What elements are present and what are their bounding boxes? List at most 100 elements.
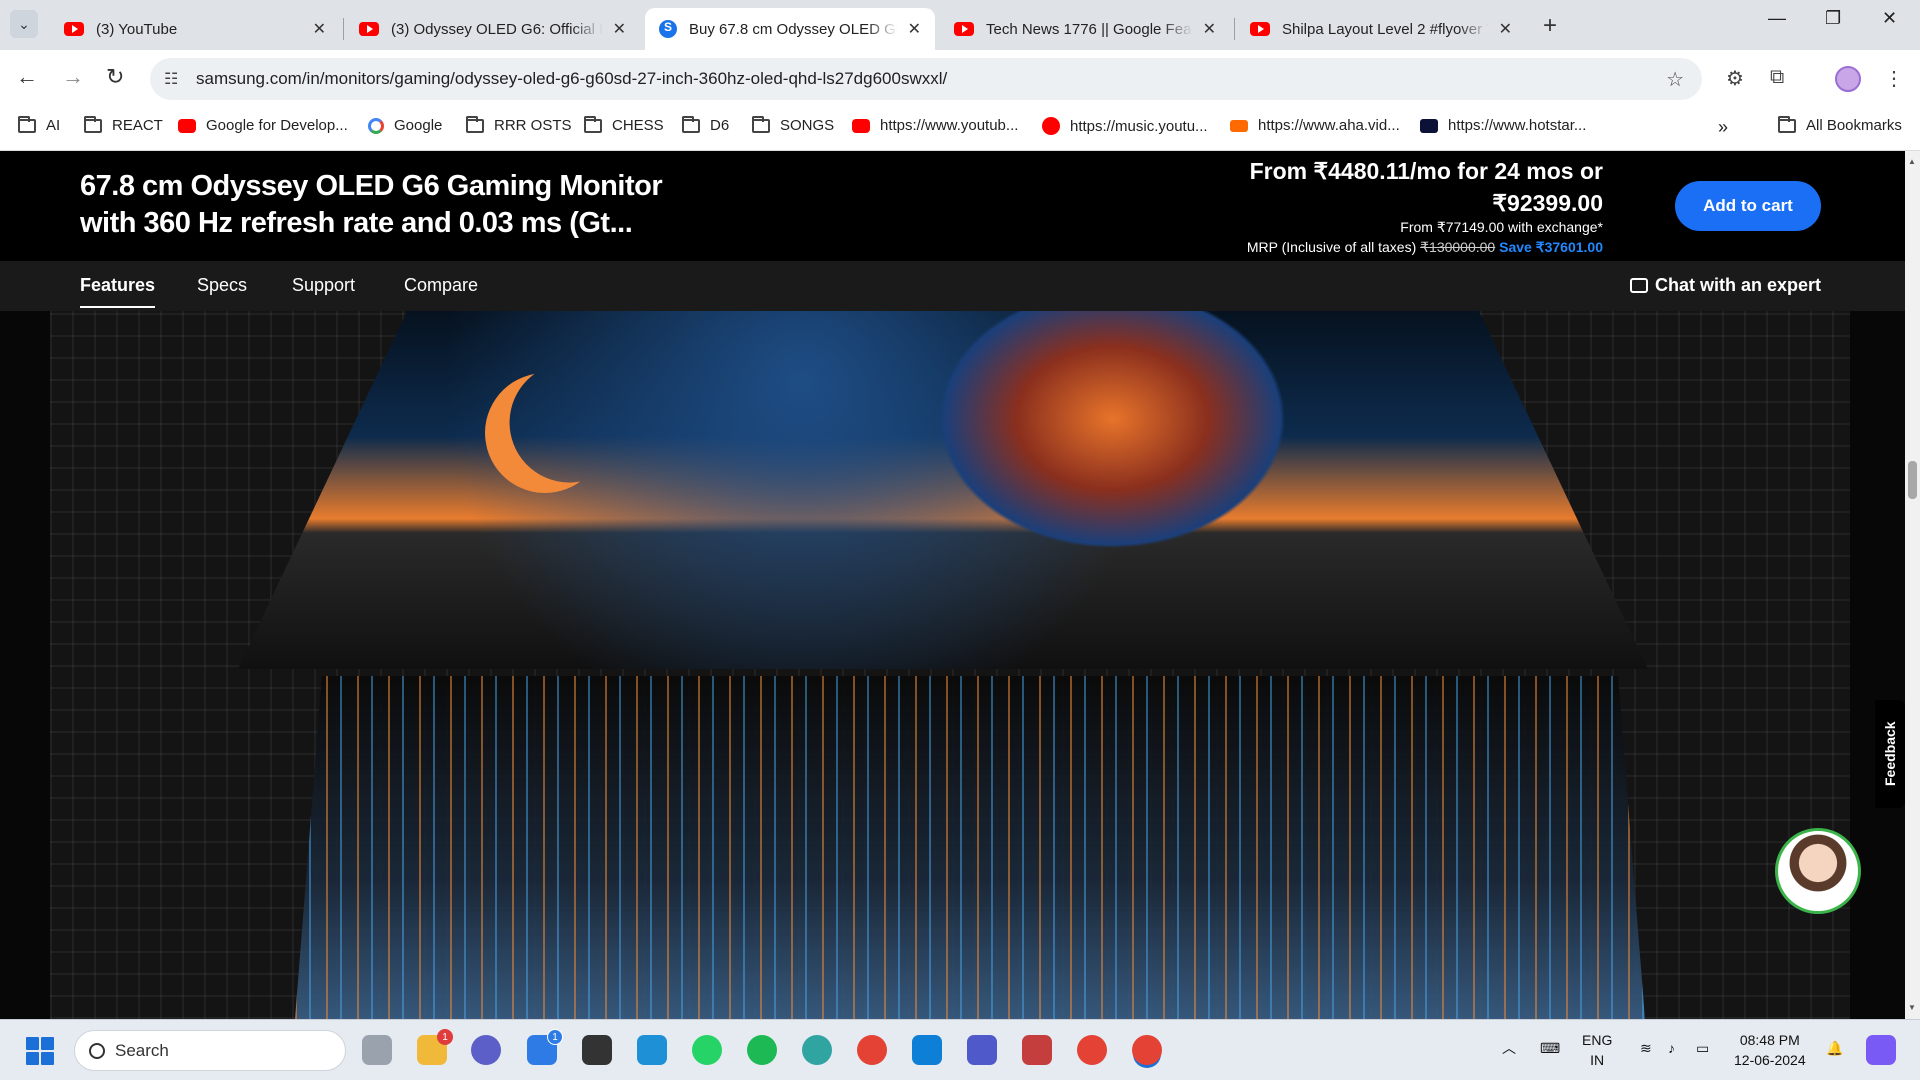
tab-youtube[interactable]: (3) YouTube ✕ bbox=[50, 8, 340, 50]
window-close-icon[interactable]: ✕ bbox=[1882, 8, 1897, 29]
hourglass-app-icon[interactable] bbox=[582, 1035, 612, 1065]
language-indicator[interactable]: ENG IN bbox=[1582, 1030, 1612, 1070]
all-bookmarks-folder[interactable]: All Bookmarks bbox=[1778, 115, 1902, 134]
new-tab-plus-icon[interactable]: + bbox=[1543, 12, 1557, 40]
bookmark-folder-songs[interactable]: SONGS bbox=[752, 115, 834, 134]
address-bar[interactable]: ☷ samsung.com/in/monitors/gaming/odyssey… bbox=[150, 58, 1702, 100]
monitor-screen-image bbox=[238, 311, 1648, 669]
tab-compare[interactable]: Compare bbox=[404, 275, 478, 296]
bookmark-label: https://www.aha.vid... bbox=[1258, 117, 1400, 134]
tab-features[interactable]: Features bbox=[80, 275, 156, 308]
tab-tech-news[interactable]: Tech News 1776 || Google Features ✕ bbox=[940, 8, 1230, 50]
reload-icon[interactable]: ↻ bbox=[106, 64, 124, 90]
todo-app-icon[interactable]: 1 bbox=[527, 1029, 563, 1065]
tab-odyssey-intro[interactable]: (3) Odyssey OLED G6: Official Intro ✕ bbox=[345, 8, 640, 50]
tab-specs[interactable]: Specs bbox=[197, 275, 247, 296]
scroll-up-arrow-icon[interactable]: ▲ bbox=[1908, 157, 1916, 166]
volume-icon[interactable]: ♪ bbox=[1668, 1038, 1675, 1058]
folder-icon bbox=[752, 115, 770, 133]
tab-samsung-buy[interactable]: Buy 67.8 cm Odyssey OLED G6 Gaming Monit… bbox=[645, 8, 935, 50]
tab-close-icon[interactable]: ✕ bbox=[1203, 19, 1216, 39]
tray-chevron-icon[interactable]: ︿ bbox=[1502, 1038, 1516, 1058]
tab-divider bbox=[1234, 18, 1235, 40]
tab-title: Shilpa Layout Level 2 #flyover T bbox=[1282, 20, 1489, 38]
add-to-cart-button[interactable]: Add to cart bbox=[1675, 181, 1821, 231]
minimize-icon[interactable]: — bbox=[1768, 8, 1786, 29]
bookmark-aha[interactable]: https://www.aha.vid... bbox=[1230, 117, 1400, 134]
tab-close-icon[interactable]: ✕ bbox=[613, 19, 626, 39]
scroll-down-arrow-icon[interactable]: ▼ bbox=[1908, 1003, 1916, 1012]
mail-app-icon[interactable]: 1 bbox=[417, 1029, 453, 1065]
bookmark-google[interactable]: Google bbox=[368, 117, 442, 134]
youtube-icon bbox=[1250, 22, 1270, 36]
folder-icon bbox=[466, 115, 484, 133]
bookmark-youtube-music[interactable]: https://music.youtu... bbox=[1042, 117, 1208, 135]
copilot-icon[interactable] bbox=[1866, 1035, 1896, 1065]
wifi-icon[interactable]: ≋ bbox=[1640, 1038, 1652, 1058]
chrome-icon[interactable] bbox=[857, 1035, 887, 1065]
tab-search-chevron-icon[interactable]: ⌄ bbox=[10, 10, 38, 38]
tab-close-icon[interactable]: ✕ bbox=[313, 19, 326, 39]
bookmark-folder-d6[interactable]: D6 bbox=[682, 115, 729, 134]
back-arrow-icon[interactable]: ← bbox=[16, 64, 38, 90]
save-amount: Save ₹37601.00 bbox=[1499, 239, 1603, 255]
forward-arrow-icon[interactable]: → bbox=[62, 64, 84, 90]
bookmark-folder-chess[interactable]: CHESS bbox=[584, 115, 664, 134]
folder-icon bbox=[584, 115, 602, 133]
keyboard-icon[interactable]: ⌨ bbox=[1540, 1038, 1560, 1058]
chrome-profile-icon[interactable] bbox=[1077, 1035, 1107, 1065]
samsung-icon bbox=[659, 20, 677, 38]
bookmark-star-icon[interactable]: ☆ bbox=[1666, 67, 1684, 92]
tab-title: Tech News 1776 || Google Features bbox=[986, 20, 1193, 38]
task-view-icon[interactable] bbox=[362, 1035, 392, 1065]
edge-icon[interactable] bbox=[802, 1035, 832, 1065]
bookmark-folder-ai[interactable]: AI bbox=[18, 115, 61, 134]
tab-support[interactable]: Support bbox=[292, 275, 355, 296]
support-agent-avatar[interactable] bbox=[1775, 828, 1861, 914]
bookmark-hotstar[interactable]: https://www.hotstar... bbox=[1420, 117, 1586, 134]
taskbar-search-box[interactable]: Search bbox=[74, 1030, 346, 1071]
windows-start-icon[interactable] bbox=[26, 1037, 54, 1065]
hotstar-icon bbox=[1420, 118, 1438, 133]
google-icon bbox=[368, 117, 384, 134]
bookmark-folder-rrr-osts[interactable]: RRR OSTS bbox=[466, 115, 572, 134]
tab-shilpa-layout[interactable]: Shilpa Layout Level 2 #flyover T ✕ bbox=[1236, 8, 1526, 50]
bookmark-label: RRR OSTS bbox=[494, 117, 572, 134]
bookmarks-bar: AI REACT Google for Develop... Google RR… bbox=[0, 107, 1920, 151]
site-info-icon[interactable]: ☷ bbox=[164, 69, 182, 89]
folder-icon bbox=[682, 115, 700, 133]
more-bookmarks-chevron-icon[interactable]: » bbox=[1718, 117, 1728, 138]
folder-icon bbox=[1778, 115, 1796, 133]
clock[interactable]: 08:48 PM 12-06-2024 bbox=[1734, 1030, 1806, 1070]
bookmark-google-developers[interactable]: Google for Develop... bbox=[178, 117, 348, 134]
teams-icon[interactable] bbox=[967, 1035, 997, 1065]
kebab-menu-icon[interactable]: ⋮ bbox=[1884, 66, 1904, 91]
desktop-app-icon[interactable] bbox=[637, 1035, 667, 1065]
restore-icon[interactable]: ❐ bbox=[1825, 8, 1841, 29]
profile-avatar[interactable] bbox=[1835, 66, 1861, 92]
chat-with-expert-link[interactable]: Chat with an expert bbox=[1629, 275, 1821, 296]
bookmark-folder-react[interactable]: REACT bbox=[84, 115, 163, 134]
extensions-icon[interactable]: ⧉ bbox=[1770, 66, 1784, 89]
teams-chat-icon[interactable] bbox=[471, 1035, 501, 1065]
hero-banner bbox=[0, 311, 1905, 1019]
scrollbar-thumb[interactable] bbox=[1908, 461, 1917, 499]
taskbar-search-label: Search bbox=[115, 1040, 169, 1060]
page-scrollbar[interactable]: ▲ ▼ bbox=[1905, 151, 1920, 1019]
bookmark-label: AI bbox=[46, 117, 61, 134]
battery-icon[interactable]: ▭ bbox=[1696, 1038, 1709, 1058]
vscode-icon[interactable] bbox=[912, 1035, 942, 1065]
whatsapp-icon[interactable] bbox=[692, 1035, 722, 1065]
chrome-active-icon[interactable] bbox=[1132, 1035, 1162, 1065]
extension-puzzle-grey-icon[interactable]: ⚙ bbox=[1726, 66, 1744, 91]
feedback-tab[interactable]: Feedback bbox=[1875, 700, 1905, 808]
tab-close-icon[interactable]: ✕ bbox=[1499, 19, 1512, 39]
emi-price: From ₹4480.11/mo for 24 mos or bbox=[1249, 158, 1603, 184]
bookmark-youtube[interactable]: https://www.youtub... bbox=[852, 117, 1018, 134]
snipping-tool-icon[interactable] bbox=[1022, 1035, 1052, 1065]
tab-close-icon[interactable]: ✕ bbox=[908, 19, 921, 39]
notifications-bell-icon[interactable]: 🔔 bbox=[1826, 1038, 1843, 1058]
spotify-icon[interactable] bbox=[747, 1035, 777, 1065]
lang-code: ENG bbox=[1582, 1032, 1613, 1048]
windows-taskbar: Search 1 1 ︿ ⌨ ENG IN ≋ ♪ ▭ 08:48 PM 12-… bbox=[0, 1019, 1920, 1080]
